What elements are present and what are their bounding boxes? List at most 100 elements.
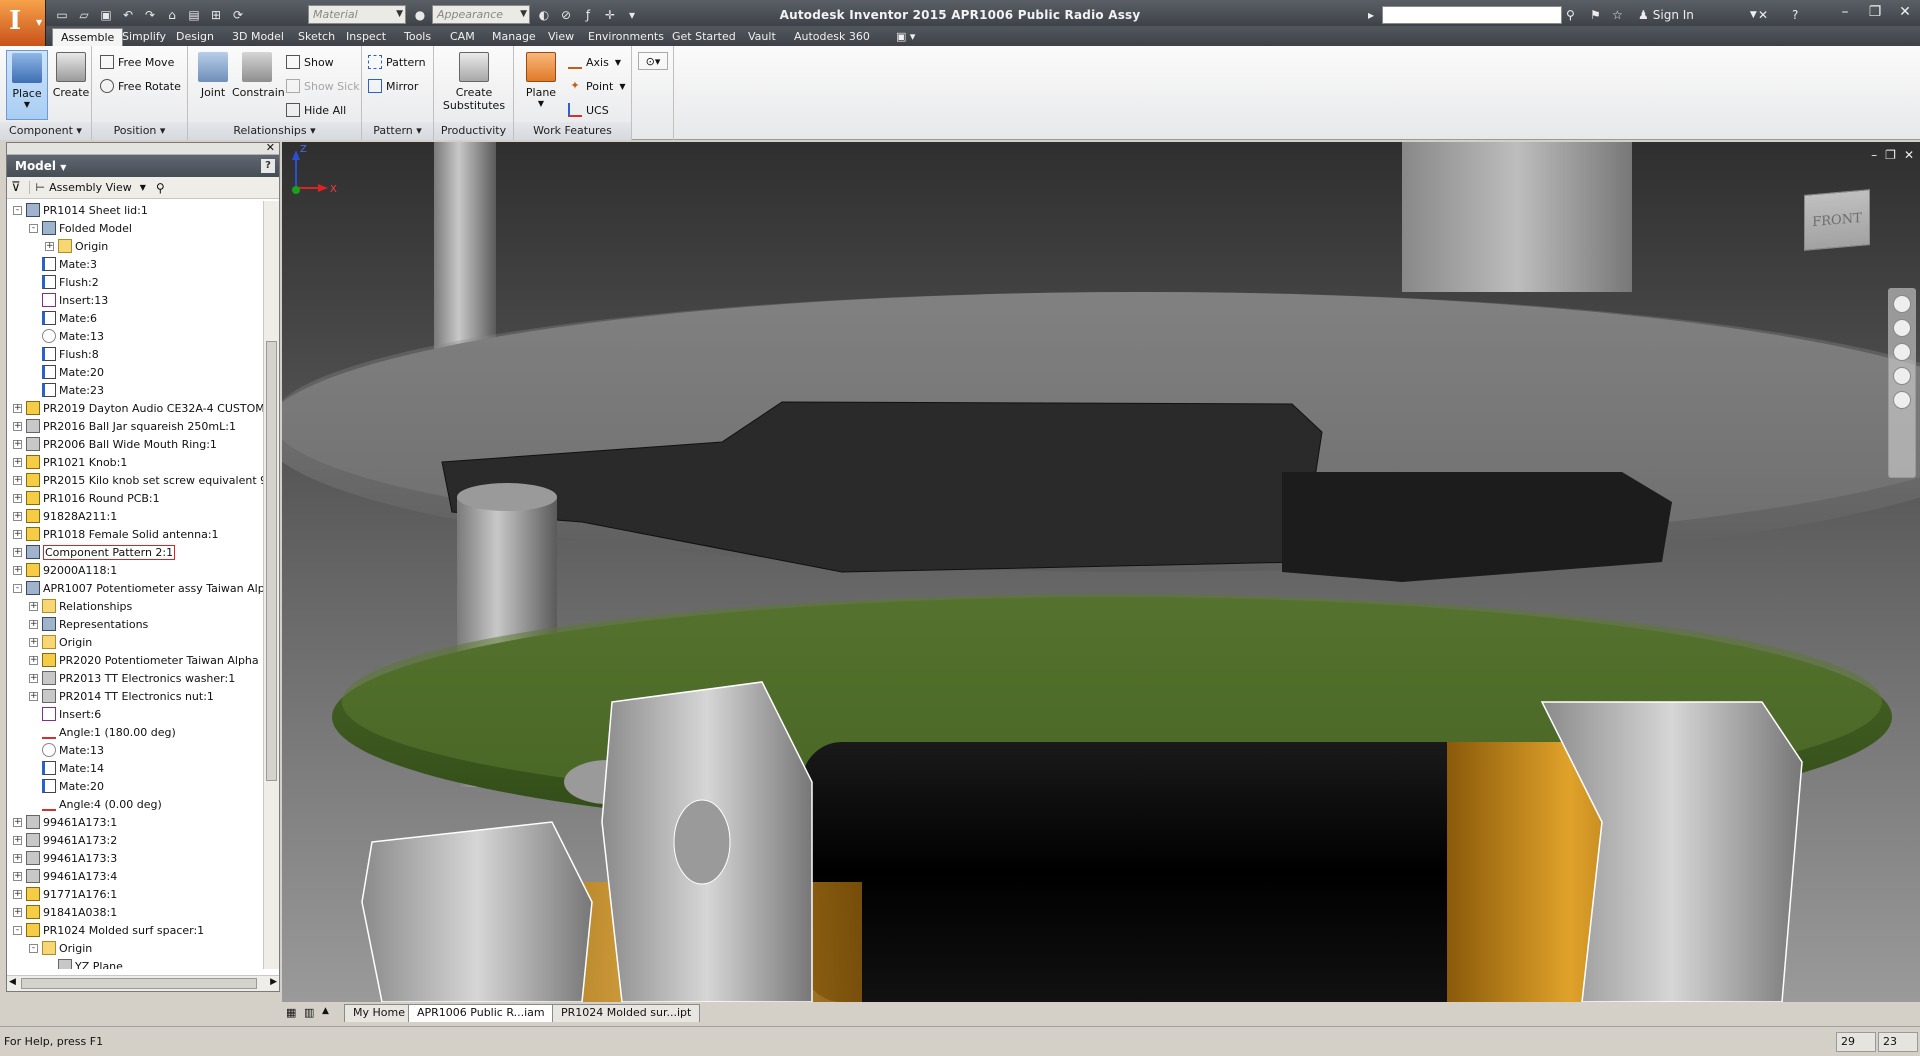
scroll-right-icon[interactable]: ▶ xyxy=(270,977,277,987)
expand-icon[interactable]: + xyxy=(13,817,22,827)
ribbon-tab-manage[interactable]: Manage xyxy=(484,28,544,46)
tree-node[interactable]: + PR2006 Ball Wide Mouth Ring:1 xyxy=(13,435,217,453)
ribbon-tab-sketch[interactable]: Sketch xyxy=(290,28,343,46)
ribbon-tab-environments[interactable]: Environments xyxy=(580,28,672,46)
free-move-button[interactable]: Free Move xyxy=(100,52,174,72)
pattern-group-label[interactable]: Pattern ▾ xyxy=(362,122,433,140)
binoculars-icon[interactable]: ⚲ xyxy=(1566,6,1575,24)
collapse-icon[interactable]: - xyxy=(29,943,38,953)
viewcube[interactable]: FRONT xyxy=(1804,189,1870,251)
help-icon[interactable]: ? xyxy=(261,159,275,173)
browser-grip[interactable]: ✕ xyxy=(7,141,279,155)
expand-icon[interactable]: + xyxy=(13,457,22,467)
show-button[interactable]: Show xyxy=(286,52,334,72)
tree-node[interactable]: + PR2019 Dayton Audio CE32A-4 CUSTOM PI xyxy=(13,399,263,417)
find-binoculars-icon[interactable]: ⚲ xyxy=(156,181,165,195)
ribbon-tab-inspect[interactable]: Inspect xyxy=(338,28,394,46)
collapse-icon[interactable]: - xyxy=(13,583,22,593)
close-icon[interactable]: ✕ xyxy=(1890,4,1920,20)
tree-node[interactable]: - PR1014 Sheet lid:1 xyxy=(13,201,148,219)
tree-node[interactable]: Angle:4 (0.00 deg) xyxy=(29,795,162,813)
tree-node[interactable]: Mate:6 xyxy=(29,309,97,327)
document-list-icon[interactable]: ▲ xyxy=(322,1006,329,1016)
scrollbar-thumb[interactable] xyxy=(21,978,257,989)
tree-node[interactable]: + PR2014 TT Electronics nut:1 xyxy=(29,687,214,705)
zoom-icon[interactable] xyxy=(1893,343,1911,361)
expand-icon[interactable]: + xyxy=(13,907,22,917)
expand-icon[interactable]: + xyxy=(13,493,22,503)
joint-button[interactable]: Joint xyxy=(192,50,234,120)
expand-icon[interactable]: + xyxy=(29,673,38,683)
tree-node[interactable]: + Representations xyxy=(29,615,148,633)
tree-node[interactable]: Mate:13 xyxy=(29,327,104,345)
cascade-views-icon[interactable]: ▥ xyxy=(304,1006,314,1019)
axis-button[interactable]: Axis ▼ xyxy=(568,52,621,72)
tree-node[interactable]: +99461A173:3 xyxy=(13,849,117,867)
tree-node[interactable]: Mate:23 xyxy=(29,381,104,399)
minimize-icon[interactable]: – xyxy=(1871,148,1877,162)
tree-node[interactable]: Mate:20 xyxy=(29,777,104,795)
position-group-label[interactable]: Position ▾ xyxy=(92,122,187,140)
tree-horizontal-scrollbar[interactable]: ◀ ▶ xyxy=(7,975,279,991)
expand-icon[interactable]: + xyxy=(13,529,22,539)
tree-node[interactable]: + PR2020 Potentiometer Taiwan Alpha RV xyxy=(29,651,263,669)
application-menu-button[interactable]: I ▼ xyxy=(0,0,46,46)
tree-node[interactable]: + Component Pattern 2:1 xyxy=(13,543,176,561)
ribbon-tab-3d-model[interactable]: 3D Model xyxy=(224,28,292,46)
orbit-icon[interactable] xyxy=(1893,367,1911,385)
ribbon-tab-vault[interactable]: Vault xyxy=(740,28,784,46)
tree-node[interactable]: YZ Plane xyxy=(45,957,123,969)
tree-node[interactable]: + PR1016 Round PCB:1 xyxy=(13,489,160,507)
filter-icon[interactable]: ⊽ xyxy=(11,180,21,195)
create-substitutes-button[interactable]: Create Substitutes xyxy=(442,50,506,120)
expand-icon[interactable]: + xyxy=(13,403,22,413)
expand-icon[interactable]: + xyxy=(13,439,22,449)
tree-node[interactable]: + Relationships xyxy=(29,597,132,615)
create-button[interactable]: Create xyxy=(50,50,92,120)
ribbon-tab-view[interactable]: View xyxy=(540,28,582,46)
tree-node[interactable]: Mate:3 xyxy=(29,255,97,273)
tree-node[interactable]: + PR2013 TT Electronics washer:1 xyxy=(29,669,235,687)
component-group-label[interactable]: Component ▾ xyxy=(0,122,91,140)
tree-node[interactable]: + PR2015 Kilo knob set screw equivalent 9… xyxy=(13,471,263,489)
tree-node[interactable]: +99461A173:1 xyxy=(13,813,117,831)
document-tab[interactable]: PR1024 Molded sur...ipt xyxy=(552,1004,701,1022)
relationships-group-label[interactable]: Relationships ▾ xyxy=(188,122,361,140)
expand-icon[interactable]: + xyxy=(29,691,38,701)
tree-node[interactable]: +91841A038:1 xyxy=(13,903,117,921)
collapse-icon[interactable]: - xyxy=(13,205,22,215)
sign-in-button[interactable]: ♟ Sign In ▼ xyxy=(1638,6,1757,24)
mirror-button[interactable]: Mirror xyxy=(368,76,418,96)
expand-icon[interactable]: + xyxy=(13,835,22,845)
expand-icon[interactable]: + xyxy=(13,421,22,431)
document-tab[interactable]: My Home xyxy=(344,1004,414,1022)
tree-node[interactable]: Mate:14 xyxy=(29,759,104,777)
tree-node[interactable]: Mate:13 xyxy=(29,741,104,759)
expand-icon[interactable]: + xyxy=(13,475,22,485)
exchange-apps-icon[interactable]: ✕ xyxy=(1758,6,1768,24)
expand-icon[interactable]: + xyxy=(13,889,22,899)
tree-vertical-scrollbar[interactable] xyxy=(263,201,279,969)
tree-node[interactable]: + Origin xyxy=(29,633,92,651)
expand-icon[interactable]: + xyxy=(13,565,22,575)
ribbon-tab-design[interactable]: Design xyxy=(168,28,222,46)
show-sick-button[interactable]: Show Sick xyxy=(286,76,360,96)
point-button[interactable]: ✦ Point ▼ xyxy=(568,76,625,96)
help-icon[interactable]: ? xyxy=(1792,6,1798,24)
expand-icon[interactable]: + xyxy=(29,601,38,611)
scrollbar-thumb[interactable] xyxy=(266,341,277,781)
place-button[interactable]: Place ▼ xyxy=(6,50,48,120)
scroll-left-icon[interactable]: ◀ xyxy=(9,977,16,987)
tile-views-icon[interactable]: ▦ xyxy=(286,1006,296,1019)
communication-center-icon[interactable]: ⚑ xyxy=(1590,6,1601,24)
pattern-button[interactable]: Pattern xyxy=(368,52,426,72)
document-tab[interactable]: APR1006 Public R...iam✕ xyxy=(408,1004,568,1022)
browser-header[interactable]: Model ▼ ? xyxy=(7,155,279,177)
tree-node[interactable]: Insert:6 xyxy=(29,705,101,723)
ribbon-tab-get-started[interactable]: Get Started xyxy=(664,28,744,46)
collapse-icon[interactable]: - xyxy=(29,223,38,233)
expand-icon[interactable]: + xyxy=(29,655,38,665)
tree-node[interactable]: Flush:2 xyxy=(29,273,99,291)
camera-icon[interactable]: ▣ ▾ xyxy=(888,28,923,46)
constrain-button[interactable]: Constrain xyxy=(232,50,285,120)
